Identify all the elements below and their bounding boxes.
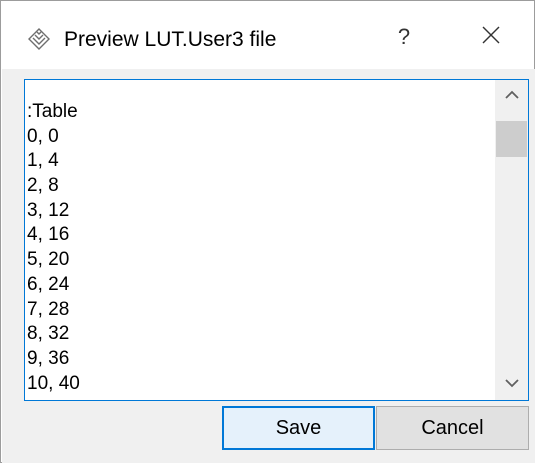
vertical-scrollbar[interactable] bbox=[495, 80, 528, 400]
scroll-up-button[interactable] bbox=[495, 80, 528, 112]
preview-lines: :Table 0, 0 1, 4 2, 8 3, 12 4, 16 5, 20 … bbox=[27, 100, 80, 396]
preview-line: 10, 40 bbox=[27, 372, 80, 394]
preview-line: 4, 16 bbox=[27, 224, 70, 246]
preview-dialog: Preview LUT.User3 file ? :Table 0, 0 1, … bbox=[0, 0, 535, 463]
window-title: Preview LUT.User3 file bbox=[64, 28, 277, 51]
preview-line: 6, 24 bbox=[27, 273, 70, 295]
file-preview-textbox[interactable]: :Table 0, 0 1, 4 2, 8 3, 12 4, 16 5, 20 … bbox=[24, 79, 529, 401]
help-button[interactable]: ? bbox=[379, 15, 429, 59]
preview-line: 8, 32 bbox=[27, 323, 70, 345]
cancel-button-label: Cancel bbox=[421, 416, 484, 439]
preview-line: 7, 28 bbox=[27, 298, 70, 320]
cancel-button[interactable]: Cancel bbox=[376, 406, 529, 450]
chevron-up-icon bbox=[504, 87, 519, 105]
preview-line: 1, 4 bbox=[27, 150, 59, 172]
chevron-down-icon bbox=[504, 375, 519, 393]
help-label: ? bbox=[397, 24, 411, 49]
dialog-body: :Table 0, 0 1, 4 2, 8 3, 12 4, 16 5, 20 … bbox=[2, 69, 535, 463]
preview-line: 9, 36 bbox=[27, 347, 70, 369]
app-logo-icon bbox=[27, 27, 51, 51]
preview-line: 2, 8 bbox=[27, 175, 59, 197]
save-button[interactable]: Save bbox=[222, 406, 375, 450]
title-bar[interactable]: Preview LUT.User3 file ? bbox=[1, 1, 534, 69]
close-button[interactable] bbox=[464, 15, 518, 59]
scroll-thumb[interactable] bbox=[496, 121, 527, 157]
preview-line: :Table bbox=[27, 101, 78, 122]
preview-line: 0, 0 bbox=[27, 125, 59, 147]
save-button-label: Save bbox=[275, 416, 322, 439]
close-icon bbox=[481, 25, 501, 50]
scroll-down-button[interactable] bbox=[495, 368, 528, 400]
preview-line: 3, 12 bbox=[27, 199, 70, 221]
preview-line: 5, 20 bbox=[27, 249, 70, 271]
